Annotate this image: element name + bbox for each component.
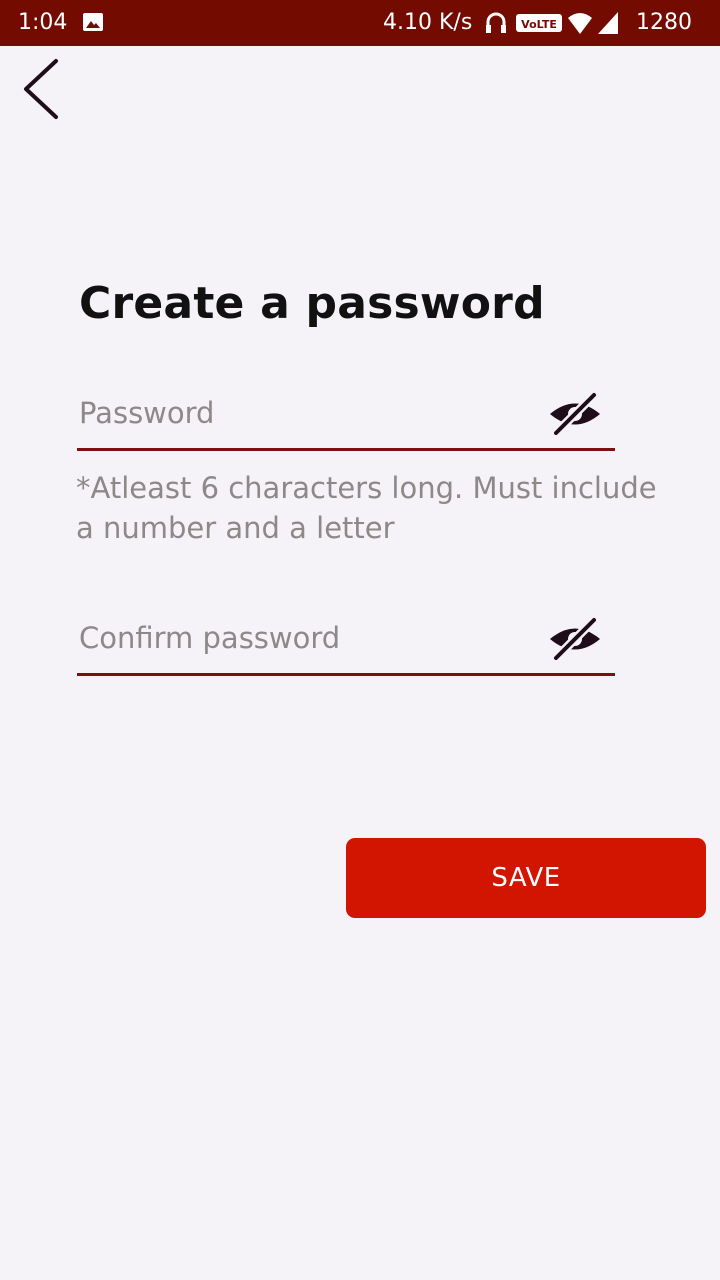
wifi-icon [568, 13, 592, 34]
save-button[interactable]: SAVE [346, 838, 706, 918]
page-title: Create a password [79, 278, 545, 329]
confirm-password-field[interactable] [77, 610, 615, 676]
chevron-left-icon [18, 57, 62, 126]
toggle-password-visibility-button[interactable] [547, 390, 603, 440]
confirm-password-input[interactable] [79, 618, 539, 658]
signal-icon [598, 12, 618, 34]
eye-off-icon [548, 615, 602, 665]
toggle-confirm-visibility-button[interactable] [547, 615, 603, 665]
volte-icon: VoLTE [516, 14, 562, 32]
battery-level: 1280 [636, 10, 692, 35]
status-icons: VoLTE [484, 8, 624, 38]
headset-icon [486, 12, 506, 33]
password-field[interactable] [77, 385, 615, 451]
back-button[interactable] [12, 56, 68, 126]
svg-text:VoLTE: VoLTE [521, 18, 557, 31]
image-icon [82, 12, 104, 32]
status-time: 1:04 [18, 10, 68, 35]
eye-off-icon [548, 390, 602, 440]
password-input[interactable] [79, 393, 539, 433]
status-bar: 1:04 4.10 K/s VoLTE 1280 [0, 0, 720, 46]
network-speed: 4.10 K/s [383, 10, 473, 35]
password-hint: *Atleast 6 characters long. Must include… [76, 471, 657, 545]
